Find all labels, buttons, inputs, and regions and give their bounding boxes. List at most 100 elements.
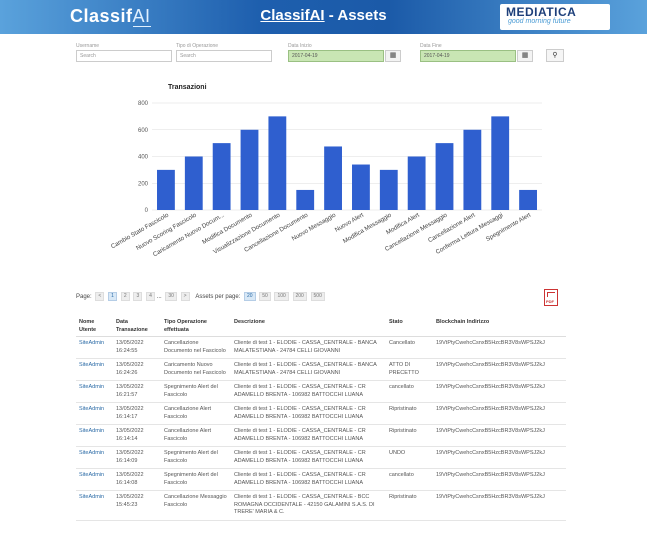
cell-user[interactable]: SiteAdmin [76, 336, 113, 359]
cell-date: 13/05/2022 16:21:57 [113, 380, 161, 403]
cell-date: 13/05/2022 15:45:23 [113, 490, 161, 521]
cell-user[interactable]: SiteAdmin [76, 490, 113, 521]
start-date-label: Data Inizio [288, 43, 312, 49]
cell-blockchain: 19VtPtyCwehcCsnxB5HzcBR3V8sWPSJ2kJ [433, 380, 566, 403]
per-page-100[interactable]: 100 [274, 292, 289, 301]
prev-page-button[interactable]: < [95, 292, 105, 301]
page-label: Page: [76, 294, 92, 301]
bar [212, 143, 231, 210]
bar [184, 156, 203, 210]
table-row[interactable]: SiteAdmin 13/05/2022 16:24:55 Cancellazion… [76, 336, 566, 359]
cell-user[interactable]: SiteAdmin [76, 468, 113, 491]
page-button-2[interactable]: 2 [120, 292, 130, 301]
cell-user[interactable]: SiteAdmin [76, 380, 113, 403]
cell-operation: Spegnimento Alert del Fascicolo [161, 380, 231, 403]
cell-user[interactable]: SiteAdmin [76, 402, 113, 425]
cell-status: cancellato [386, 380, 433, 403]
cell-blockchain: 19VtPtyCwehcCsnxB5HzcBR3V8sWPSJ2kJ [433, 336, 566, 359]
end-calendar-button[interactable]: ▦ [517, 50, 533, 62]
table-row[interactable]: SiteAdmin 13/05/2022 16:14:14 Cancellazion… [76, 424, 566, 447]
table-row[interactable]: SiteAdmin 13/05/2022 16:14:17 Cancellazion… [76, 402, 566, 425]
per-page-20[interactable]: 20 [244, 292, 256, 301]
cell-date: 13/05/2022 16:24:55 [113, 336, 161, 359]
col-header-user[interactable]: Nome Utente [76, 316, 113, 337]
table-row[interactable]: SiteAdmin 13/05/2022 16:21:57 Spegnimento … [76, 380, 566, 403]
y-tick-label: 600 [138, 128, 149, 134]
col-header-operation[interactable]: Tipo Operazione effettuata [161, 316, 231, 337]
cell-user[interactable]: SiteAdmin [76, 424, 113, 447]
cell-blockchain: 19VtPtyCwehcCsnxB5HzcBR3V8sWPSJ2kJ [433, 490, 566, 521]
start-date-filter: Data Inizio 2017-04-19 [288, 43, 384, 62]
bar [240, 129, 259, 210]
start-calendar-button[interactable]: ▦ [385, 50, 401, 62]
pdf-export-icon[interactable]: PDF [544, 289, 558, 306]
transactions-table: Nome Utente Data Transazione Tipo Operaz… [76, 316, 566, 521]
cell-user[interactable]: SiteAdmin [76, 446, 113, 469]
table-row[interactable]: SiteAdmin 13/05/2022 16:24:26 Caricamento … [76, 358, 566, 381]
table-header-row: Nome Utente Data Transazione Tipo Operaz… [76, 316, 566, 337]
search-icon: ⚲ [552, 52, 558, 59]
bar [352, 164, 370, 210]
page-button-30[interactable]: 30 [165, 292, 177, 301]
end-date-input[interactable]: 2017-04-19 [420, 50, 516, 62]
pagination: Page: < 1 2 3 4 ... 30 > Assets per page… [76, 292, 325, 302]
page-button-3[interactable]: 3 [133, 292, 143, 301]
page-button-1[interactable]: 1 [108, 292, 118, 301]
cell-status: Ripristinato [386, 490, 433, 521]
table-row[interactable]: SiteAdmin 13/05/2022 16:14:09 Spegnimento … [76, 446, 566, 469]
cell-blockchain: 19VtPtyCwehcCsnxB5HzcBR3V8sWPSJ2kJ [433, 358, 566, 381]
start-date-input[interactable]: 2017-04-19 [288, 50, 384, 62]
cell-operation: Spegnimento Alert del Fascicolo [161, 446, 231, 469]
cell-operation: Spegnimento Alert del Fascicolo [161, 468, 231, 491]
search-button[interactable]: ⚲ [546, 49, 564, 62]
y-tick-label: 0 [145, 208, 149, 214]
end-date-label: Data Fine [420, 43, 442, 49]
col-header-status[interactable]: Stato [386, 316, 433, 337]
cell-blockchain: 19VtPtyCwehcCsnxB5HzcBR3V8sWPSJ2kJ [433, 446, 566, 469]
mediatica-logo-text: MEDIATICA [506, 5, 577, 19]
cell-description: Cliente di test 1 - ELODIE - CASSA_CENTR… [231, 336, 386, 359]
calendar-icon: ▦ [521, 52, 529, 59]
cell-operation: Caricamento Nuovo Documento nel Fascicol… [161, 358, 231, 381]
bar [491, 116, 510, 210]
chart-title: Transazioni [168, 84, 207, 91]
title-rest: - Assets [324, 7, 387, 24]
bar [379, 169, 398, 210]
page-button-4[interactable]: 4 [146, 292, 156, 301]
cell-description: Cliente di test 1 - ELODIE - CASSA_CENTR… [231, 380, 386, 403]
bar [268, 116, 287, 210]
cell-blockchain: 19VtPtyCwehcCsnxB5HzcBR3V8sWPSJ2kJ [433, 468, 566, 491]
cell-date: 13/05/2022 16:14:09 [113, 446, 161, 469]
per-page-label: Assets per page: [195, 294, 241, 301]
bar [463, 129, 482, 210]
cell-description: Cliente di test 1 - ELODIE - CASSA_CENTR… [231, 424, 386, 447]
page-ellipsis: ... [156, 294, 162, 301]
col-header-blockchain[interactable]: Blockchain Indirizzo [433, 316, 566, 337]
username-search-input[interactable]: Search [76, 50, 172, 62]
table-row[interactable]: SiteAdmin 13/05/2022 16:14:08 Spegnimento … [76, 468, 566, 491]
bar [296, 189, 315, 210]
cell-operation: Cancellazione Documento nel Fascicolo [161, 336, 231, 359]
per-page-500[interactable]: 500 [310, 292, 325, 301]
cell-description: Cliente di test 1 - ELODIE - CASSA_CENTR… [231, 446, 386, 469]
cell-description: Cliente di test 1 - ELODIE - CASSA_CENTR… [231, 402, 386, 425]
per-page-200[interactable]: 200 [292, 292, 307, 301]
transactions-chart: Transazioni0200400600800Cambio Stato Fas… [110, 84, 542, 258]
cell-status: Ripristinato [386, 402, 433, 425]
optype-label: Tipo di Operazione [176, 43, 219, 49]
cell-date: 13/05/2022 16:14:14 [113, 424, 161, 447]
cell-user[interactable]: SiteAdmin [76, 358, 113, 381]
col-header-description[interactable]: Descrizione [231, 316, 386, 337]
username-filter: Username Search [76, 43, 172, 62]
cell-status: cancellato [386, 468, 433, 491]
cell-status: Cancellato [386, 336, 433, 359]
optype-filter: Tipo di Operazione Search [176, 43, 272, 62]
optype-search-input[interactable]: Search [176, 50, 272, 62]
app-header: ClassifAI ClassifAI - Assets MEDIATICA g… [0, 0, 647, 34]
col-header-date[interactable]: Data Transazione [113, 316, 161, 337]
table-row[interactable]: SiteAdmin 13/05/2022 15:45:23 Cancellazion… [76, 490, 566, 521]
bar [324, 146, 342, 210]
next-page-button[interactable]: > [180, 292, 190, 301]
per-page-50[interactable]: 50 [259, 292, 271, 301]
bar [157, 169, 175, 210]
